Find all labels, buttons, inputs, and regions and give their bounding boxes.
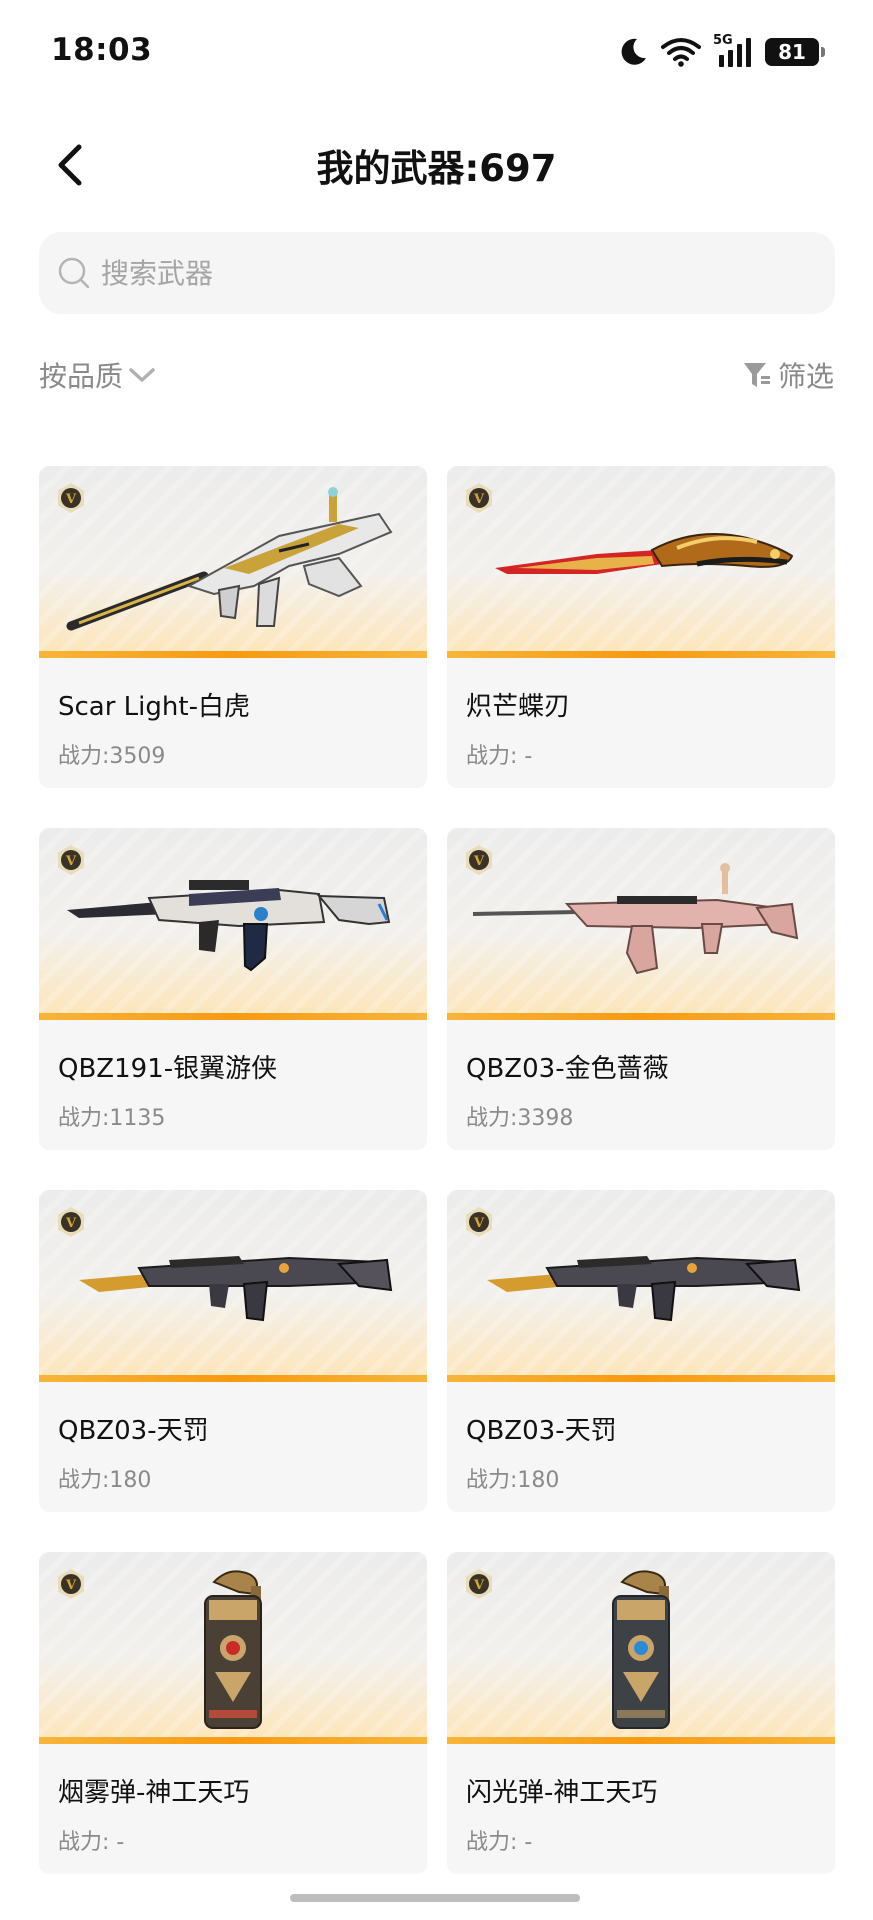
weapon-name: QBZ191-银翼游侠 <box>58 1054 278 1084</box>
weapon-card[interactable]: V 闪光弹-神工天巧 战力: - <box>447 1552 835 1874</box>
status-bar: 18:03 5G 81 <box>0 0 873 105</box>
moon-icon <box>621 38 646 65</box>
back-button[interactable] <box>46 138 94 192</box>
weapon-name: 闪光弹-神工天巧 <box>466 1778 658 1808</box>
search-input[interactable] <box>101 256 801 290</box>
v-tier-badge-icon: V <box>466 845 492 875</box>
weapon-image-qbz03-heavenly-punishment <box>487 1256 801 1322</box>
status-time: 18:03 <box>51 32 153 68</box>
battery-indicator: 81 <box>765 38 825 66</box>
weapon-name: 炽芒蝶刃 <box>466 692 571 722</box>
weapon-power: 战力: - <box>466 744 533 769</box>
v-tier-badge-icon: V <box>58 1569 84 1599</box>
page-title: 我的武器:697 <box>316 147 557 190</box>
svg-text:V: V <box>473 1578 485 1593</box>
weapon-image-area: V <box>39 1190 427 1382</box>
weapon-name: QBZ03-天罚 <box>466 1416 617 1446</box>
weapon-image-qbz03-golden-rose <box>472 863 799 975</box>
weapon-image-area: V <box>447 1552 835 1744</box>
filter-label: 筛选 <box>777 360 834 393</box>
v-tier-badge-icon: V <box>466 1207 492 1237</box>
chevron-down-icon <box>129 368 155 382</box>
svg-text:V: V <box>65 1578 77 1593</box>
weapon-image-qbz03-heavenly-punishment <box>79 1256 393 1322</box>
v-tier-badge-icon: V <box>58 483 84 513</box>
search-bar[interactable] <box>39 232 835 314</box>
weapon-image-area: V <box>447 1190 835 1382</box>
sort-label: 按品质 <box>39 360 124 393</box>
v-tier-badge-icon: V <box>466 483 492 513</box>
filter-button[interactable]: 筛选 <box>742 355 834 395</box>
weapon-image-scar-white-tiger <box>66 487 393 631</box>
svg-text:V: V <box>65 492 77 507</box>
weapon-image-smoke-grenade <box>204 1570 262 1729</box>
weapon-power: 战力:180 <box>466 1468 560 1493</box>
chevron-left-icon <box>58 144 82 186</box>
v-tier-badge-icon: V <box>58 845 84 875</box>
search-icon <box>58 257 90 289</box>
weapon-power: 战力:1135 <box>58 1106 166 1131</box>
weapon-image-butterfly-knife <box>495 533 794 574</box>
weapon-card[interactable]: V 炽芒蝶刃 战力: - <box>447 466 835 788</box>
weapon-image-area: V <box>447 466 835 658</box>
weapon-image-area: V <box>39 466 427 658</box>
v-tier-badge-icon: V <box>466 1569 492 1599</box>
weapon-name: QBZ03-金色蔷薇 <box>466 1054 669 1084</box>
weapon-image-area: V <box>39 828 427 1020</box>
weapon-power: 战力: - <box>466 1830 533 1855</box>
v-tier-badge-icon: V <box>58 1207 84 1237</box>
weapon-name: QBZ03-天罚 <box>58 1416 209 1446</box>
weapon-card[interactable]: V QBZ03-天罚 战力:180 <box>447 1190 835 1512</box>
weapon-name: Scar Light-白虎 <box>58 692 250 722</box>
weapon-card[interactable]: V QBZ03-金色蔷薇 战力:3398 <box>447 828 835 1150</box>
cellular-signal-icon: 5G <box>713 33 753 69</box>
svg-text:V: V <box>473 1216 485 1231</box>
svg-text:V: V <box>65 1216 77 1231</box>
weapon-card[interactable]: V Scar Light-白虎 战力:3509 <box>39 466 427 788</box>
weapon-image-flash-grenade <box>612 1570 670 1729</box>
weapon-power: 战力:180 <box>58 1468 152 1493</box>
status-icons: 5G 81 <box>617 33 825 70</box>
weapon-image-area: V <box>39 1552 427 1744</box>
wifi-icon <box>661 38 701 67</box>
svg-text:V: V <box>473 854 485 869</box>
weapon-image-area: V <box>447 828 835 1020</box>
weapon-power: 战力:3509 <box>58 744 166 769</box>
weapon-power: 战力: - <box>58 1830 125 1855</box>
sort-by-quality-dropdown[interactable]: 按品质 <box>39 355 157 395</box>
home-indicator[interactable] <box>290 1894 580 1902</box>
svg-text:V: V <box>473 492 485 507</box>
weapon-power: 战力:3398 <box>466 1106 574 1131</box>
weapon-card[interactable]: V QBZ03-天罚 战力:180 <box>39 1190 427 1512</box>
weapon-grid: V Scar Light-白虎 战力:3509 V 炽芒蝶刃 战力: - V Q… <box>39 466 835 1874</box>
weapon-card[interactable]: V 烟雾弹-神工天巧 战力: - <box>39 1552 427 1874</box>
filter-icon <box>743 363 770 387</box>
weapon-name: 烟雾弹-神工天巧 <box>58 1778 250 1808</box>
weapon-image-qbz191-silver-wing <box>67 880 391 972</box>
weapon-card[interactable]: V QBZ191-银翼游侠 战力:1135 <box>39 828 427 1150</box>
svg-text:V: V <box>65 854 77 869</box>
